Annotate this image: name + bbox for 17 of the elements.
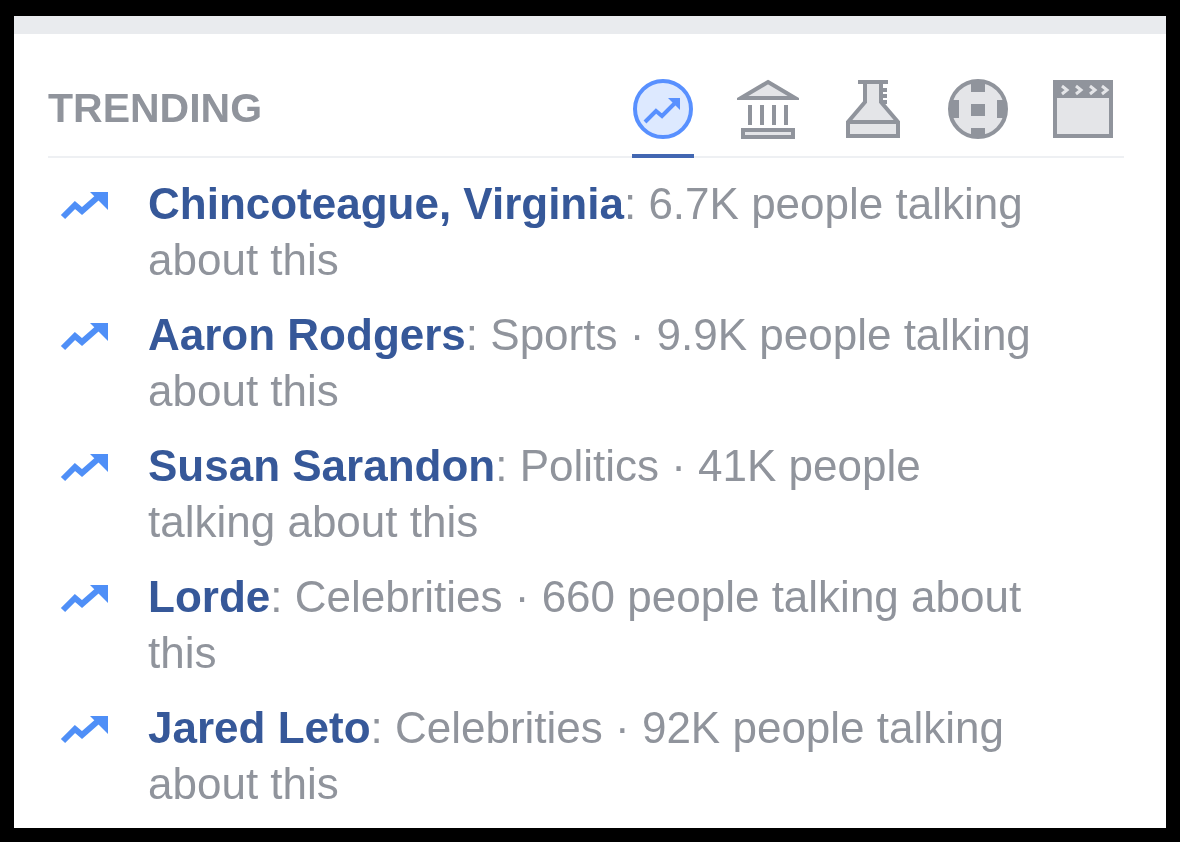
trending-tab[interactable] bbox=[632, 78, 694, 158]
trend-text: Susan Sarandon: Politics · 41K people talking about this bbox=[148, 440, 922, 548]
topic-link[interactable]: Aaron Rodgers bbox=[148, 310, 466, 359]
trending-icon bbox=[60, 452, 110, 482]
trending-icon bbox=[60, 714, 110, 744]
trending-icon bbox=[60, 583, 110, 613]
trending-icon bbox=[60, 190, 110, 220]
section-title: TRENDING bbox=[48, 85, 263, 133]
trend-text: Chincoteague, Virginia: 6.7K people talking about this bbox=[148, 178, 1024, 286]
trending-icon bbox=[60, 321, 110, 351]
topic-link[interactable]: Lorde bbox=[148, 572, 271, 621]
trend-text: Lorde: Celebrities · 660 people talking about this bbox=[148, 571, 1023, 679]
trend-text: Jared Leto: Celebrities · 92K people talking about this bbox=[148, 702, 1005, 810]
topic-link[interactable]: Chincoteague, Virginia bbox=[148, 179, 624, 228]
topic-link[interactable]: Jared Leto bbox=[148, 703, 371, 752]
topic-link[interactable]: Susan Sarandon bbox=[148, 441, 496, 490]
trend-text: Aaron Rodgers: Sports · 9.9K people talking about this bbox=[148, 309, 1032, 417]
